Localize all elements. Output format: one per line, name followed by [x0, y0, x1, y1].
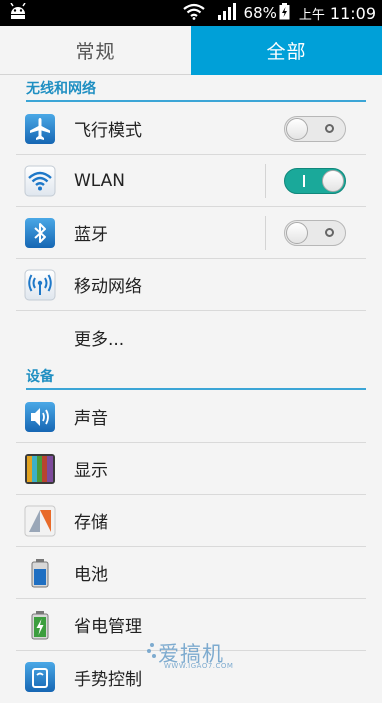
settings-item-mobile-network[interactable]: 移动网络 — [16, 259, 366, 311]
bluetooth-toggle[interactable] — [284, 219, 346, 246]
mobile-network-icon — [24, 269, 56, 301]
sound-icon — [24, 401, 56, 433]
settings-item-wlan[interactable]: WLAN — [16, 155, 366, 207]
settings-item-battery[interactable]: 电池 — [16, 547, 366, 599]
settings-item-label: 省电管理 — [74, 617, 142, 637]
battery-icon — [24, 557, 56, 589]
settings-item-storage[interactable]: 存储 — [16, 495, 366, 547]
settings-item-label: 声音 — [74, 409, 108, 429]
power-saving-icon — [24, 609, 56, 641]
settings-item-label: 存储 — [74, 513, 108, 533]
bluetooth-icon — [24, 217, 56, 249]
airplane-icon — [24, 113, 56, 145]
gesture-icon — [24, 661, 56, 693]
settings-item-label: 蓝牙 — [74, 225, 108, 245]
airplane-mode-toggle[interactable] — [284, 115, 346, 142]
tab-all[interactable]: 全部 — [191, 26, 382, 75]
status-bar: 68% 上午 11:09 — [0, 0, 382, 26]
settings-item-label: 飞行模式 — [74, 121, 142, 141]
row-divider — [265, 215, 266, 250]
watermark-logo-icon — [146, 642, 158, 664]
clock-time: 11:09 — [329, 3, 376, 23]
wifi-signal-icon — [182, 3, 205, 24]
settings-item-label: 移动网络 — [74, 277, 142, 297]
settings-item-label: 显示 — [74, 461, 108, 481]
settings-item-display[interactable]: 显示 — [16, 443, 366, 495]
settings-item-airplane-mode[interactable]: 飞行模式 — [16, 103, 366, 155]
wlan-toggle[interactable] — [284, 167, 346, 194]
clock-ampm: 上午 — [298, 7, 325, 23]
tab-general[interactable]: 常规 — [0, 26, 191, 75]
battery-percent: 68% — [243, 4, 277, 22]
settings-item-label: 电池 — [74, 565, 108, 585]
settings-item-sound[interactable]: 声音 — [16, 391, 366, 443]
android-notification-icon — [8, 2, 28, 25]
display-icon — [24, 453, 56, 485]
settings-item-bluetooth[interactable]: 蓝牙 — [16, 207, 366, 259]
battery-charging-icon — [279, 2, 290, 24]
settings-item-more[interactable]: 更多... — [16, 311, 366, 363]
section-header-wireless: 无线和网络 — [26, 76, 366, 102]
watermark-url: WWW.IGAO7.COM — [164, 662, 234, 670]
settings-tabs: 常规 全部 — [0, 26, 382, 75]
settings-item-label: WLAN — [74, 170, 126, 191]
cell-signal-icon — [217, 2, 236, 24]
section-header-device: 设备 — [26, 364, 366, 390]
row-divider — [265, 163, 266, 198]
settings-item-label: 更多... — [74, 329, 125, 350]
wifi-icon — [24, 165, 56, 197]
watermark: 爱搞机 WWW.IGAO7.COM — [146, 638, 246, 670]
storage-icon — [24, 505, 56, 537]
